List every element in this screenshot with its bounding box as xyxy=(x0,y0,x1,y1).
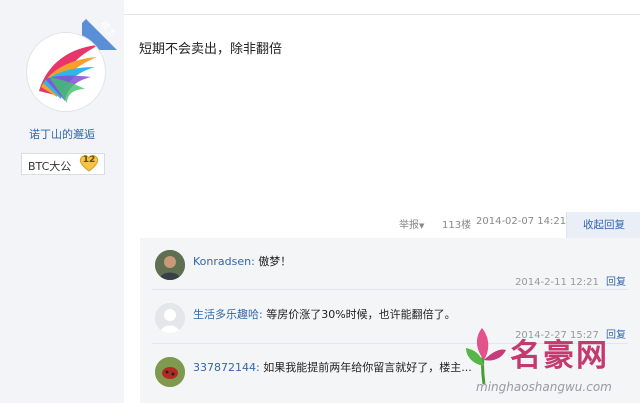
reply-author-link[interactable]: 生活多乐趣哈: xyxy=(193,308,263,321)
post-timestamp: 2014-02-07 14:21 xyxy=(476,216,567,227)
watermark-url: minghaoshangwu.com xyxy=(476,380,612,394)
user-photo-icon xyxy=(155,250,185,280)
reply-text: 如果我能提前两年给你留言就好了，楼主... xyxy=(263,361,472,374)
reply-avatar[interactable] xyxy=(155,303,185,333)
level-heart-icon: 12 xyxy=(78,152,100,174)
title-badge-label: BTC大公 xyxy=(28,160,72,173)
reply-avatar[interactable] xyxy=(155,250,185,280)
feather-logo-icon xyxy=(39,45,99,103)
author-avatar[interactable] xyxy=(26,32,106,112)
reply-author-link[interactable]: 337872144: xyxy=(193,361,260,374)
reply-text: 等房价涨了30%时候，也许能翻倍了。 xyxy=(266,308,456,321)
reply-timestamp: 2014-2-11 12:21 xyxy=(515,277,599,288)
author-name-link[interactable]: 诺丁山的邂逅 xyxy=(0,126,124,142)
ladybug-photo-icon xyxy=(155,357,185,387)
collapse-reply-button[interactable]: 收起回复 xyxy=(566,212,640,238)
site-watermark: 名豪网 minghaoshangwu.com xyxy=(452,316,640,403)
post-content: 短期不会卖出，除非翻倍 xyxy=(139,42,283,57)
report-link[interactable]: 举报▼ xyxy=(399,216,424,231)
reply-divider xyxy=(152,289,628,290)
author-title-badge[interactable]: BTC大公 12 xyxy=(21,153,105,175)
reply-author-link[interactable]: Konradsen: xyxy=(193,255,255,268)
reply-text: 傲梦！ xyxy=(258,255,292,268)
default-user-icon xyxy=(155,303,185,333)
floor-number: 113楼 xyxy=(442,220,472,231)
reply-avatar[interactable] xyxy=(155,357,185,387)
level-number: 12 xyxy=(82,155,96,165)
post-top-divider xyxy=(124,14,640,15)
reply-button[interactable]: 回复 xyxy=(606,277,626,288)
watermark-title: 名豪网 xyxy=(510,338,609,374)
